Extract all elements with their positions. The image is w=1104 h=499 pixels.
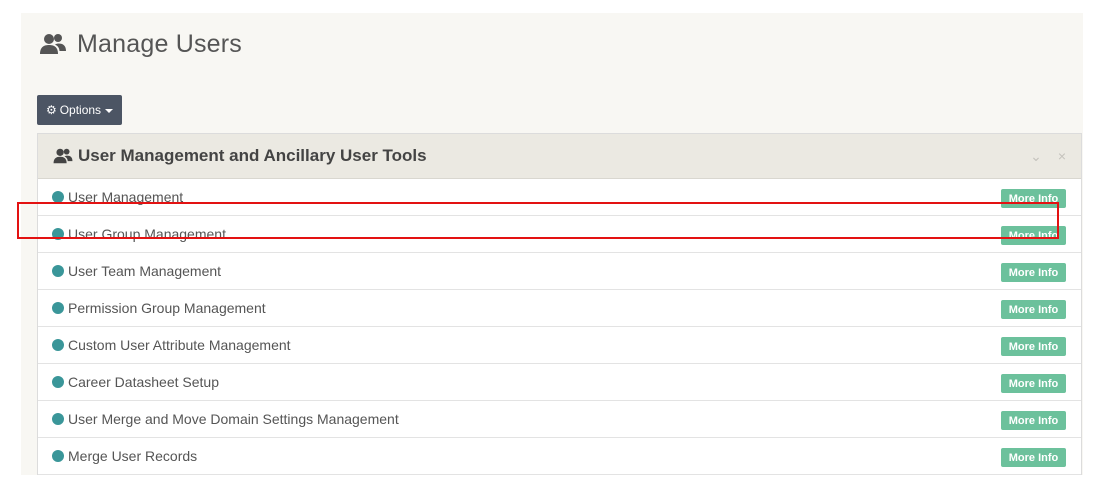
users-icon	[40, 34, 66, 54]
bullet-icon	[52, 339, 64, 351]
panel-list: User Management More Info User Group Manag…	[38, 179, 1081, 475]
list-item[interactable]: User Group Management More Info	[38, 216, 1081, 253]
list-item-label[interactable]: Merge User Records	[68, 448, 197, 464]
more-info-button[interactable]: More Info	[1001, 411, 1066, 430]
list-item-label[interactable]: Custom User Attribute Management	[68, 337, 291, 353]
bullet-icon	[52, 413, 64, 425]
options-button[interactable]: ⚙ Options	[37, 95, 122, 125]
more-info-button[interactable]: More Info	[1001, 448, 1066, 467]
list-item[interactable]: Custom User Attribute Management More Inf…	[38, 327, 1081, 364]
list-item[interactable]: Career Datasheet Setup More Info	[38, 364, 1081, 401]
more-info-button[interactable]: More Info	[1001, 189, 1066, 208]
list-item-label[interactable]: User Team Management	[68, 263, 221, 279]
close-icon[interactable]: ×	[1058, 147, 1066, 165]
list-item[interactable]: Permission Group Management More Info	[38, 290, 1081, 327]
more-info-button[interactable]: More Info	[1001, 263, 1066, 282]
more-info-button[interactable]: More Info	[1001, 300, 1066, 319]
page-title: Manage Users	[77, 29, 242, 58]
list-item[interactable]: User Merge and Move Domain Settings Mana…	[38, 401, 1081, 438]
more-info-button[interactable]: More Info	[1001, 337, 1066, 356]
more-info-button[interactable]: More Info	[1001, 226, 1066, 245]
bullet-icon	[52, 376, 64, 388]
list-item[interactable]: User Team Management More Info	[38, 253, 1081, 290]
options-button-label: Options	[59, 103, 102, 117]
list-item[interactable]: Merge User Records More Info	[38, 438, 1081, 475]
list-item-label[interactable]: User Management	[68, 189, 183, 205]
user-tools-panel: User Management and Ancillary User Tools…	[37, 133, 1082, 475]
collapse-chevron-icon[interactable]: ⌄	[1030, 147, 1042, 165]
gear-icon: ⚙	[45, 103, 57, 117]
list-item-label[interactable]: User Merge and Move Domain Settings Mana…	[68, 411, 399, 427]
panel-tools: ⌄ ×	[1014, 147, 1066, 165]
users-icon	[53, 148, 73, 164]
caret-down-icon	[105, 108, 114, 113]
bullet-icon	[52, 265, 64, 277]
bullet-icon	[52, 191, 64, 203]
more-info-button[interactable]: More Info	[1001, 374, 1066, 393]
bullet-icon	[52, 302, 64, 314]
list-item-label[interactable]: User Group Management	[68, 226, 226, 242]
list-item-label[interactable]: Career Datasheet Setup	[68, 374, 219, 390]
bullet-icon	[52, 228, 64, 240]
page-container: Manage Users ⚙ Options User Management a…	[21, 13, 1083, 475]
list-item[interactable]: User Management More Info	[38, 179, 1081, 216]
panel-header: User Management and Ancillary User Tools…	[38, 134, 1081, 179]
panel-title: User Management and Ancillary User Tools	[78, 146, 427, 165]
list-item-label[interactable]: Permission Group Management	[68, 300, 266, 316]
bullet-icon	[52, 450, 64, 462]
page-header: Manage Users	[40, 27, 242, 61]
